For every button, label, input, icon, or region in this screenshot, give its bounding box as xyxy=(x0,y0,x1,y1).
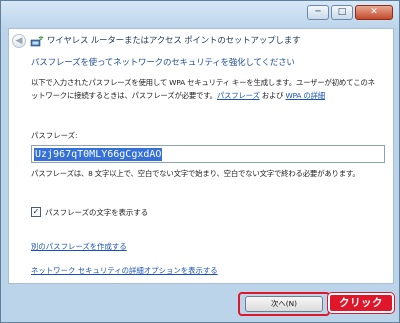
next-button-highlight: 次へ(N) xyxy=(238,292,330,316)
close-button[interactable]: ✕ xyxy=(355,5,393,20)
passphrase-hint: パスフレーズは、8 文字以上で、空白でない文字で始まり、空白でない文字で終わる必… xyxy=(31,169,360,178)
wpa-help-link[interactable]: WPA の詳細 xyxy=(286,91,326,100)
show-characters-label: パスフレーズの文字を表示する xyxy=(45,207,149,217)
title-bar: ─ □ ✕ xyxy=(1,1,399,27)
advanced-security-options-link[interactable]: ネットワーク セキュリティの詳細オプションを表示する xyxy=(31,265,218,276)
description: 以下で入力されたパスフレーズを使用して WPA セキュリティ キーを生成します。… xyxy=(31,76,381,102)
page-heading: パスフレーズを使ってネットワークのセキュリティを強化してください xyxy=(31,58,295,68)
click-callout: クリック xyxy=(328,293,394,313)
passphrase-help-link[interactable]: パスフレーズ xyxy=(217,91,260,100)
content-pane: ◀ ワイヤレス ルーターまたはアクセス ポイントのセットアップします パスフレー… xyxy=(8,28,394,284)
passphrase-input[interactable]: Uzj967qT0MLY66gCgxdAO xyxy=(31,145,385,163)
passphrase-value: Uzj967qT0MLY66gCgxdAO xyxy=(34,148,163,161)
maximize-button[interactable]: □ xyxy=(331,5,353,20)
back-arrow-icon[interactable]: ◀ xyxy=(12,34,26,48)
create-another-passphrase-link[interactable]: 別のパスフレーズを作成する xyxy=(31,241,127,252)
wizard-window: ─ □ ✕ ◀ ワイヤレス ルーターまたはアクセス ポイントのセットアップします… xyxy=(0,0,400,323)
show-characters-option[interactable]: ✓ パスフレーズの文字を表示する xyxy=(31,206,148,218)
next-button[interactable]: 次へ(N) xyxy=(245,296,323,312)
window-title: ワイヤレス ルーターまたはアクセス ポイントのセットアップします xyxy=(47,36,301,46)
show-characters-checkbox[interactable]: ✓ xyxy=(31,207,41,217)
minimize-button[interactable]: ─ xyxy=(307,5,329,20)
passphrase-label: パスフレーズ: xyxy=(31,131,78,140)
window-controls: ─ □ ✕ xyxy=(307,5,393,22)
description-conjunction: および xyxy=(259,91,286,100)
wireless-network-icon xyxy=(30,36,44,47)
